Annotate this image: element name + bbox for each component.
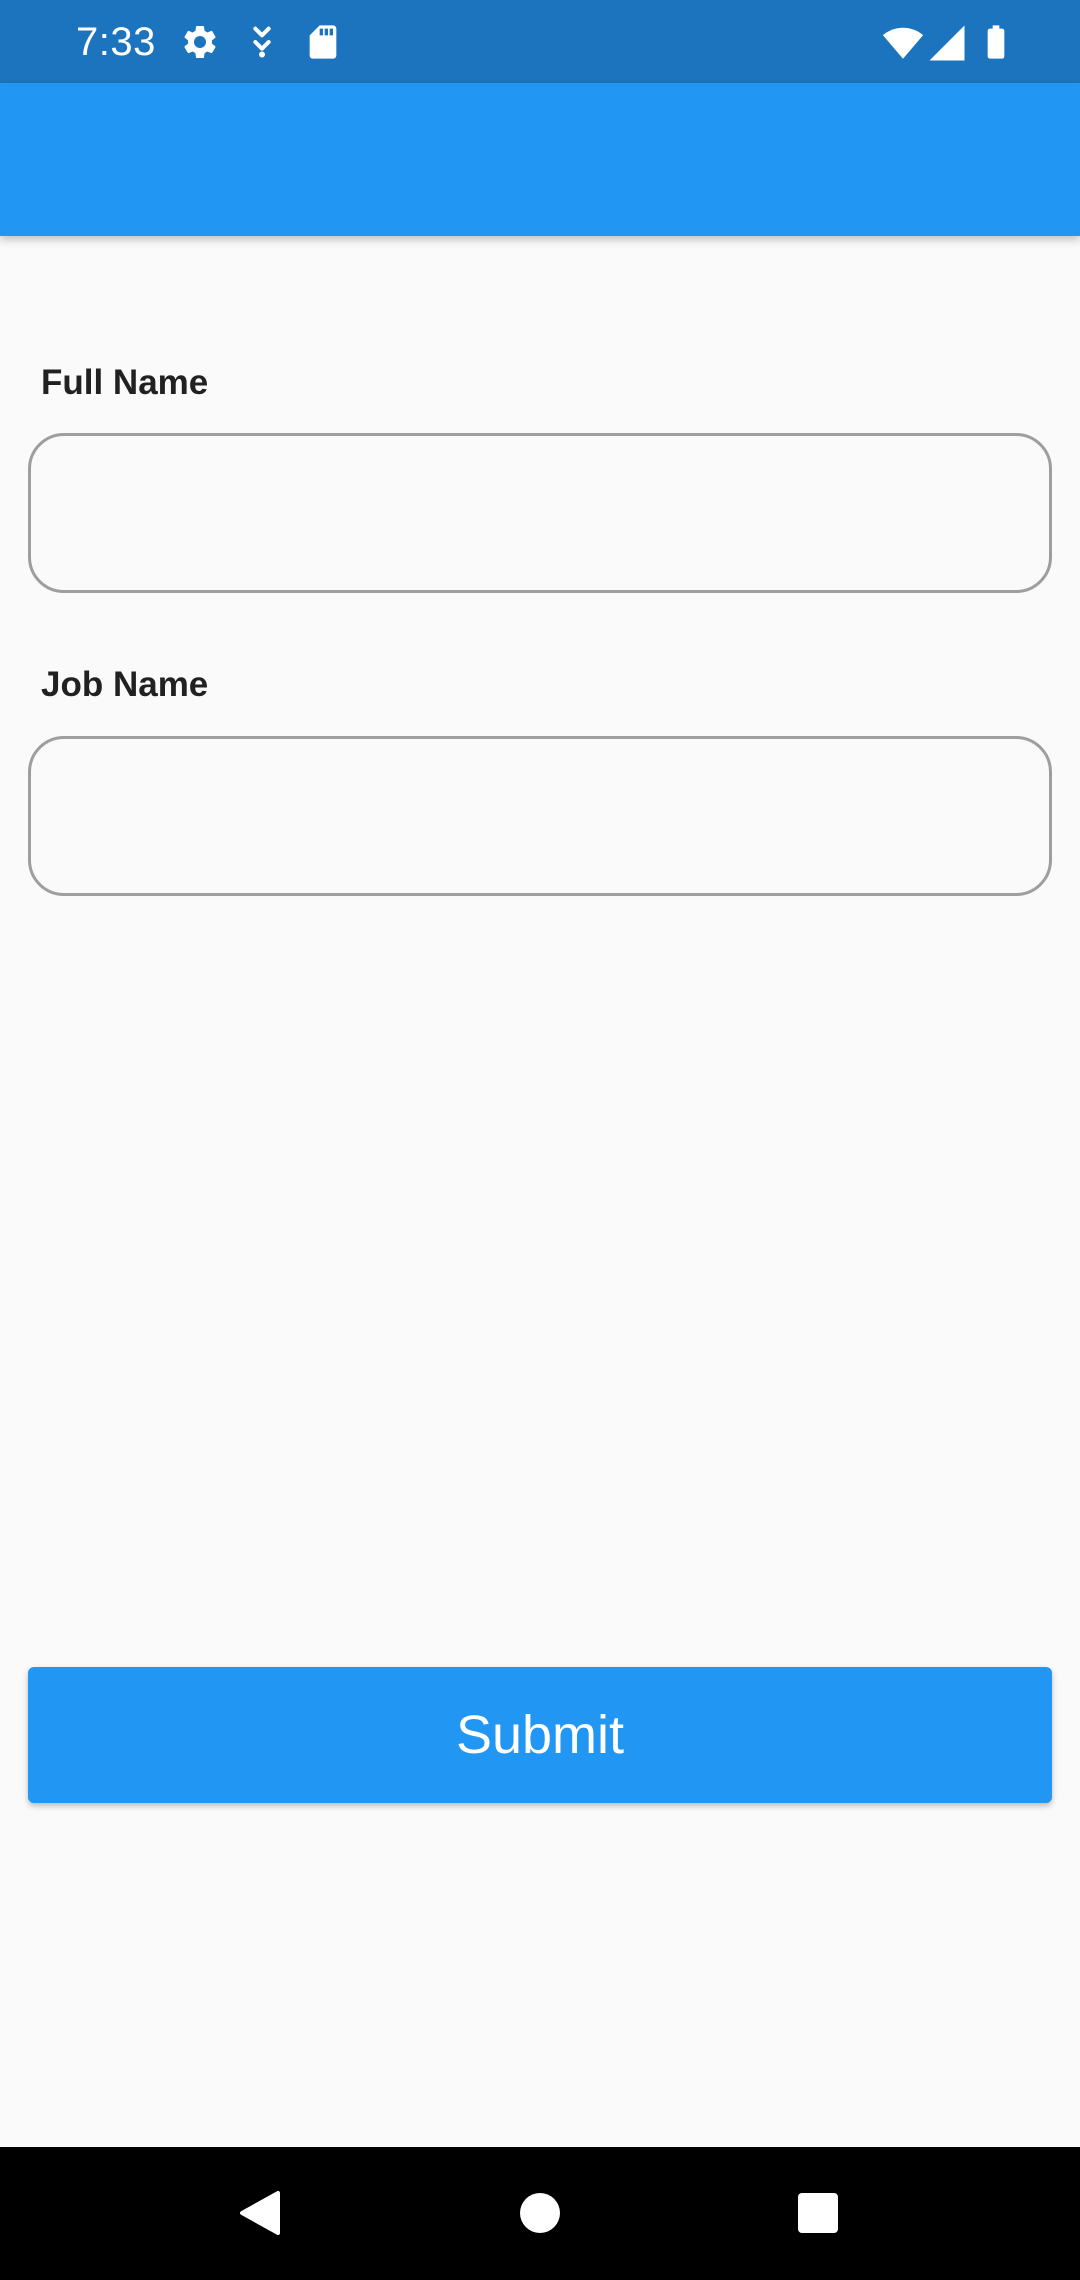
wifi-icon [882, 27, 924, 59]
sd-card-icon [309, 25, 337, 59]
submit-button[interactable]: Submit [28, 1667, 1052, 1803]
recents-button[interactable] [778, 2173, 858, 2253]
back-icon [240, 2191, 280, 2235]
gear-icon [184, 25, 216, 58]
full-name-label: Full Name [41, 363, 209, 402]
status-bar: 7:33 [0, 0, 1080, 83]
submit-button-label: Submit [455, 1705, 625, 1765]
status-time: 7:33 [76, 20, 156, 64]
home-button[interactable] [500, 2173, 580, 2253]
back-button[interactable] [220, 2173, 300, 2253]
job-name-input[interactable] [28, 736, 1052, 896]
home-icon [520, 2193, 560, 2233]
recents-icon [798, 2193, 838, 2233]
job-name-label: Job Name [41, 665, 209, 704]
screen: 7:33 Full Name Job Name Submit [0, 0, 1080, 2280]
battery-icon [987, 25, 1005, 59]
full-name-input[interactable] [28, 433, 1052, 593]
navigation-bar [0, 2147, 1080, 2280]
cellular-signal-icon [929, 25, 965, 61]
app-bar [0, 83, 1080, 236]
download-arrow-icon [253, 26, 271, 58]
